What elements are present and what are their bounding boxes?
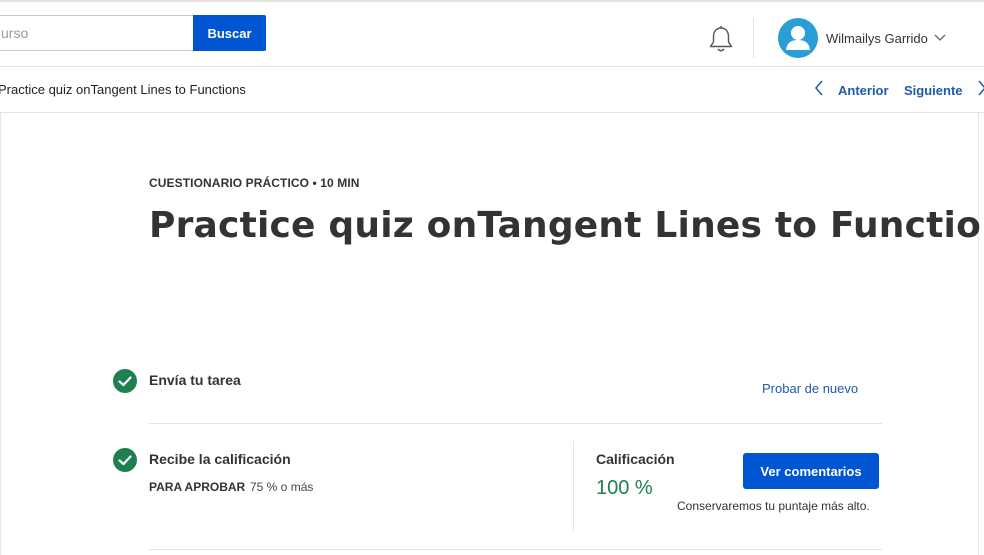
grade-value: 100 % [596, 477, 653, 499]
step-submit-label: Envía tu tarea [149, 372, 241, 388]
bell-icon[interactable] [707, 25, 735, 55]
next-label: Siguiente [904, 83, 963, 98]
breadcrumb: Practice quiz onTangent Lines to Functio… [0, 67, 984, 113]
chevron-right-icon [977, 80, 984, 101]
grade-divider [573, 441, 574, 531]
page: Buscar Wilmailys Garrido [0, 0, 984, 555]
pass-threshold-value: 75 % o más [250, 480, 314, 494]
item-type-label: CUESTIONARIO PRÁCTICO • 10 MIN [149, 176, 360, 190]
grade-label: Calificación [596, 451, 675, 467]
chevron-down-icon [928, 29, 946, 47]
chevron-left-icon [814, 80, 824, 101]
breadcrumb-current: Practice quiz onTangent Lines to Functio… [0, 82, 246, 97]
retry-link[interactable]: Probar de nuevo [762, 381, 858, 396]
highest-score-note: Conservaremos tu puntaje más alto. [677, 499, 870, 513]
check-circle-icon [113, 448, 137, 472]
previous-label: Anterior [838, 83, 889, 98]
search-button[interactable]: Buscar [193, 15, 266, 51]
user-name: Wilmailys Garrido [826, 30, 928, 46]
next-button[interactable]: Siguiente [904, 80, 984, 101]
section-divider [149, 423, 882, 424]
page-title: Practice quiz onTangent Lines to Functio… [149, 205, 984, 246]
top-header: Buscar Wilmailys Garrido [0, 0, 984, 67]
step-grade-label: Recibe la calificación [149, 451, 291, 467]
section-divider [149, 549, 882, 550]
user-avatar-icon [778, 18, 818, 58]
user-menu[interactable]: Wilmailys Garrido [778, 17, 946, 59]
previous-button[interactable]: Anterior [814, 80, 889, 101]
view-feedback-button[interactable]: Ver comentarios [743, 453, 879, 489]
header-divider [753, 18, 754, 58]
search-input[interactable] [0, 15, 194, 51]
pass-threshold-label: PARA APROBAR [149, 480, 246, 494]
check-circle-icon [113, 369, 137, 393]
